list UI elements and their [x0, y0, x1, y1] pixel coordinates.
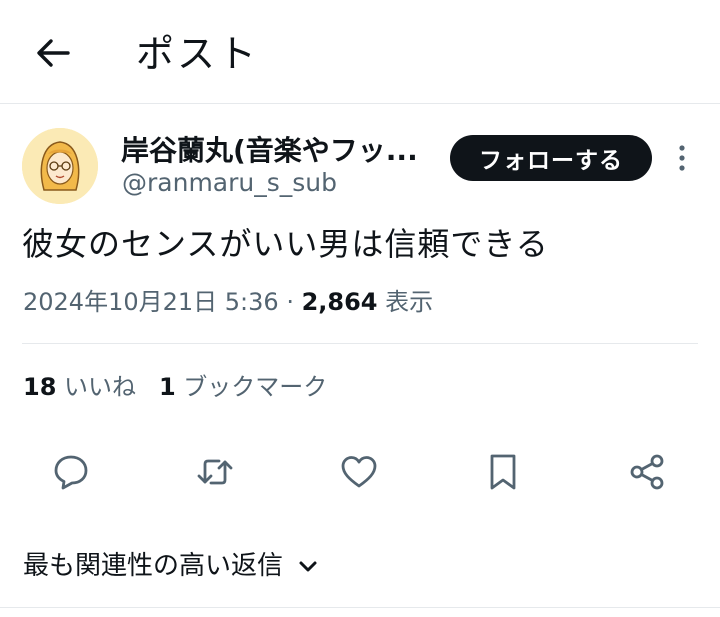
- speech-bubble-icon: [54, 455, 88, 490]
- meta-separator: ·: [278, 288, 302, 316]
- follow-button[interactable]: フォローする: [450, 135, 652, 181]
- top-bar: ポスト: [0, 0, 720, 104]
- bookmarks-label: ブックマーク: [175, 373, 328, 401]
- avatar-illustration: [22, 128, 98, 204]
- author-name[interactable]: 岸谷蘭丸(音楽やフッ...: [121, 132, 426, 170]
- replies-sort-selector[interactable]: 最も関連性の高い返信: [23, 548, 321, 584]
- bookmarks-count: 1: [158, 373, 176, 401]
- repost-button[interactable]: [192, 449, 238, 495]
- divider: [22, 343, 698, 344]
- bookmark-button[interactable]: [480, 449, 526, 495]
- likes-count: 18: [23, 373, 57, 401]
- arrow-left-icon: [37, 39, 70, 67]
- likes-label: いいね: [56, 373, 137, 401]
- page-title: ポスト: [136, 32, 260, 76]
- chevron-down-icon: [299, 561, 317, 572]
- heart-icon: [341, 456, 377, 488]
- divider: [0, 607, 720, 608]
- reply-button[interactable]: [48, 449, 94, 495]
- views-count: 2,864: [301, 288, 378, 316]
- avatar[interactable]: [22, 128, 98, 204]
- like-button[interactable]: [336, 449, 382, 495]
- author-handle[interactable]: @ranmaru_s_sub: [122, 166, 337, 200]
- back-button[interactable]: [30, 30, 76, 76]
- vertical-dots-icon: [679, 145, 685, 171]
- engagement-stats: 18 いいね 1 ブックマーク: [23, 370, 327, 404]
- repost-arrows-icon: [197, 459, 233, 485]
- post-meta: 2024年10月21日 5:36 · 2,864 表示: [23, 285, 433, 319]
- share-nodes-icon: [630, 454, 664, 490]
- likes-stat[interactable]: 18 いいね: [23, 373, 136, 401]
- replies-sort-label: 最も関連性の高い返信: [23, 551, 284, 581]
- post-text: 彼女のセンスがいい男は信頼できる: [22, 225, 549, 263]
- more-options-button[interactable]: [668, 140, 696, 176]
- post-datetime[interactable]: 2024年10月21日 5:36: [23, 288, 279, 316]
- views-label: 表示: [377, 288, 434, 316]
- share-button[interactable]: [624, 449, 670, 495]
- bookmarks-stat[interactable]: 1 ブックマーク: [159, 373, 327, 401]
- bookmark-icon: [490, 454, 516, 490]
